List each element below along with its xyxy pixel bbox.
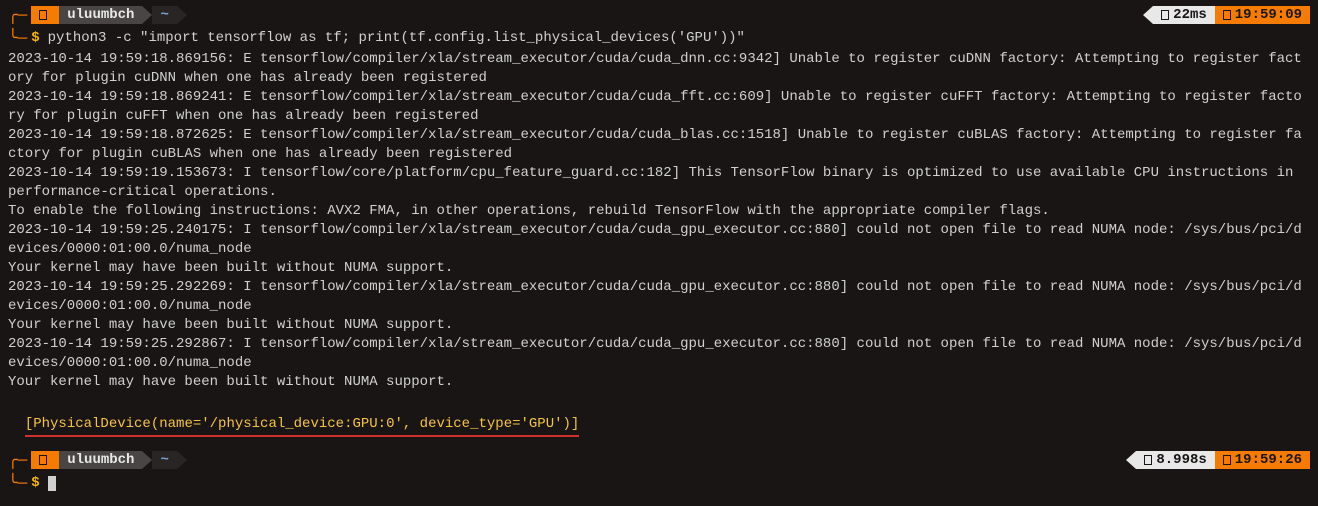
box-icon <box>39 455 47 465</box>
box-icon <box>1144 455 1152 465</box>
gpu-device-result: [PhysicalDevice(name='/physical_device:G… <box>25 415 580 437</box>
command-text: python3 -c "import tensorflow as tf; pri… <box>48 30 745 46</box>
highlighted-output: [PhysicalDevice(name='/physical_device:G… <box>8 394 1310 439</box>
arrow-icon <box>142 451 152 469</box>
box-icon <box>1161 10 1169 20</box>
arrow-icon <box>177 451 187 469</box>
prompt-line-2: ╭─ uluumbch ~ 8.998s 19:59:26 <box>8 449 1310 471</box>
clock: 19:59:09 <box>1215 6 1310 24</box>
prompt-seg-left <box>31 451 59 469</box>
box-icon <box>1223 455 1231 465</box>
prompt-path: ~ <box>152 6 176 24</box>
prompt-dollar: $ <box>31 30 39 46</box>
clock: 19:59:26 <box>1215 451 1310 469</box>
corner-glyph: ╰─ <box>8 473 27 493</box>
prompt-path: ~ <box>152 451 176 469</box>
arrow-icon <box>1143 6 1153 24</box>
corner-glyph: ╭─ <box>8 5 27 25</box>
prompt-user: uluumbch <box>59 6 142 24</box>
prompt-user: uluumbch <box>59 451 142 469</box>
arrow-icon <box>177 6 187 24</box>
corner-glyph: ╭─ <box>8 450 27 470</box>
arrow-icon <box>1126 451 1136 469</box>
cursor <box>48 476 56 491</box>
terminal-output: 2023-10-14 19:59:18.869156: E tensorflow… <box>8 48 1310 394</box>
prompt-seg-left <box>31 6 59 24</box>
prompt-dollar: $ <box>31 475 39 491</box>
command-line-2[interactable]: ╰─ $ <box>8 473 1310 493</box>
corner-glyph: ╰─ <box>8 28 27 48</box>
command-line-1[interactable]: ╰─ $ python3 -c "import tensorflow as tf… <box>8 28 1310 48</box>
exec-time: 22ms <box>1153 6 1215 24</box>
box-icon <box>39 10 47 20</box>
exec-time: 8.998s <box>1136 451 1214 469</box>
arrow-icon <box>142 6 152 24</box>
prompt-line-1: ╭─ uluumbch ~ 22ms 19:59:09 <box>8 4 1310 26</box>
box-icon <box>1223 10 1231 20</box>
